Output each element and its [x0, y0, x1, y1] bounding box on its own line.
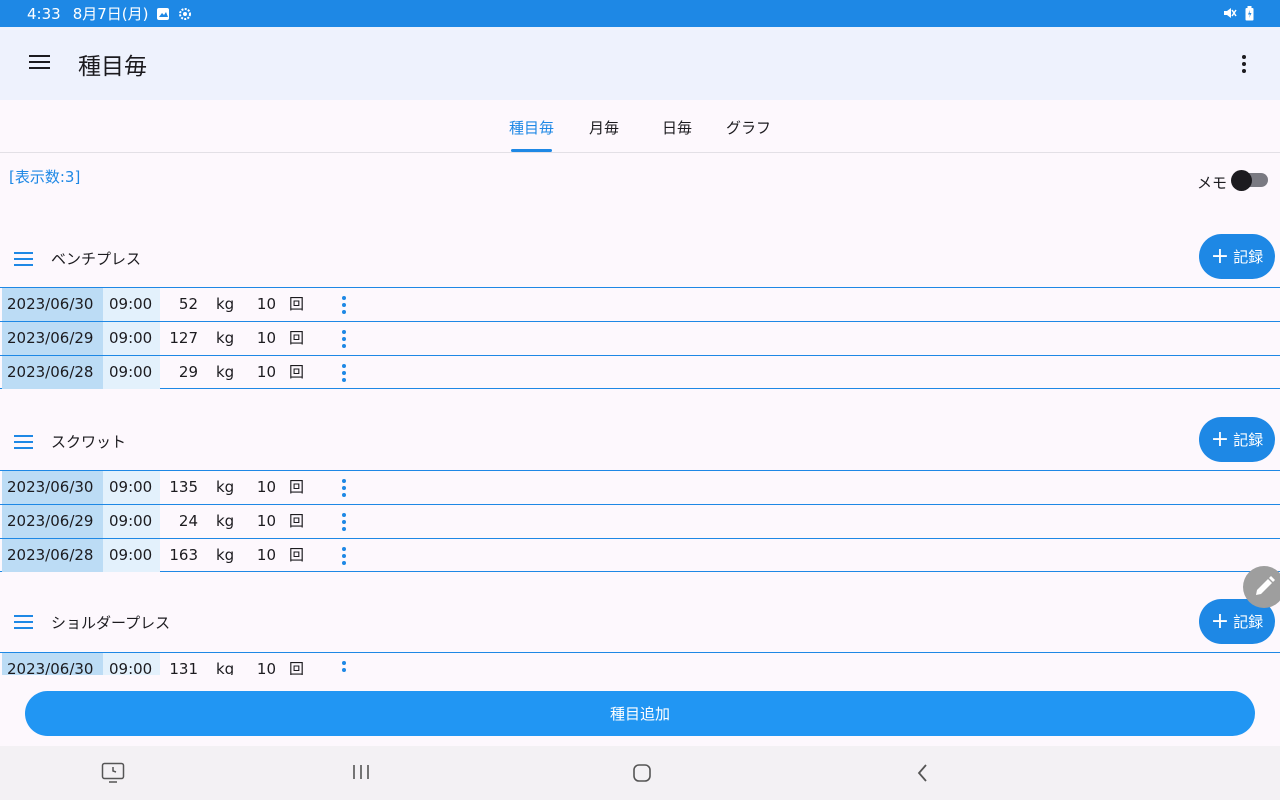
row-reps-unit: 回	[289, 546, 305, 564]
record-button-label: 記録	[1233, 613, 1264, 631]
plus-icon: +	[1210, 608, 1230, 634]
table-row[interactable]: 2023/06/29 09:00 127 kg 10 回	[0, 321, 1280, 355]
row-time: 09:00	[103, 356, 160, 389]
row-date: 2023/06/30	[2, 288, 103, 321]
row-reps-unit: 回	[289, 363, 305, 381]
row-weight-unit: kg	[216, 512, 235, 530]
row-date: 2023/06/28	[2, 539, 103, 572]
tab-indicator	[511, 149, 552, 152]
row-more-icon[interactable]	[336, 512, 352, 532]
row-reps-unit: 回	[289, 478, 305, 496]
row-date: 2023/06/28	[2, 356, 103, 389]
system-nav-bar	[0, 746, 1280, 800]
page-title: 種目毎	[78, 54, 147, 80]
row-weight-unit: kg	[216, 660, 235, 675]
table-row[interactable]: 2023/06/30 09:00 52 kg 10 回	[0, 287, 1280, 321]
screenshot-notification-icon	[156, 7, 170, 21]
row-reps: 10	[256, 546, 276, 564]
drag-handle-icon[interactable]	[14, 434, 33, 449]
add-exercise-button[interactable]: 種目追加	[25, 691, 1255, 736]
row-time: 09:00	[103, 539, 160, 572]
tab-by-exercise[interactable]: 種目毎	[509, 117, 554, 138]
settings-notification-icon	[178, 7, 192, 21]
row-time: 09:00	[103, 505, 160, 538]
mute-icon	[1223, 6, 1237, 25]
exercise-list[interactable]: ベンチプレス + 記録 2023/06/30 09:00 52 kg 10 回 2…	[0, 153, 1280, 675]
row-weight-unit: kg	[216, 363, 235, 381]
row-date: 2023/06/30	[2, 653, 103, 675]
tab-bar: 種目毎 月毎 日毎 グラフ	[0, 100, 1280, 153]
row-more-icon[interactable]	[336, 660, 352, 675]
battery-icon	[1245, 6, 1254, 25]
drag-handle-icon[interactable]	[14, 614, 33, 629]
row-reps-unit: 回	[289, 295, 305, 313]
drag-handle-icon[interactable]	[14, 251, 33, 266]
recent-screen-icon[interactable]	[101, 762, 125, 788]
row-weight: 24	[178, 512, 198, 530]
row-weight: 163	[169, 546, 198, 564]
row-weight: 29	[178, 363, 198, 381]
menu-icon[interactable]	[28, 52, 52, 74]
status-date: 8月7日(月)	[72, 5, 149, 23]
row-time: 09:00	[103, 288, 160, 321]
row-more-icon[interactable]	[336, 363, 352, 383]
row-reps-unit: 回	[289, 660, 305, 675]
row-reps: 10	[256, 512, 276, 530]
row-reps: 10	[256, 478, 276, 496]
status-bar: 4:33 8月7日(月)	[0, 0, 1280, 27]
row-reps-unit: 回	[289, 329, 305, 347]
row-weight: 131	[169, 660, 198, 675]
row-weight: 52	[178, 295, 198, 313]
recents-button-icon[interactable]	[350, 762, 372, 786]
table-row[interactable]: 2023/06/28 09:00 29 kg 10 回	[0, 355, 1280, 389]
row-time: 09:00	[103, 322, 160, 355]
row-weight-unit: kg	[216, 546, 235, 564]
row-date: 2023/06/29	[2, 322, 103, 355]
tab-monthly[interactable]: 月毎	[589, 117, 619, 138]
back-button-icon[interactable]	[913, 762, 933, 788]
row-time: 09:00	[103, 471, 160, 504]
plus-icon: +	[1210, 426, 1230, 452]
overflow-menu-icon[interactable]	[1232, 52, 1256, 76]
edit-fab[interactable]	[1243, 566, 1280, 608]
row-time: 09:00	[103, 653, 160, 675]
exercise-name: ベンチプレス	[51, 250, 142, 268]
exercise-name: スクワット	[51, 433, 127, 451]
exercise-name: ショルダープレス	[51, 614, 171, 632]
row-more-icon[interactable]	[336, 478, 352, 498]
row-weight-unit: kg	[216, 478, 235, 496]
row-weight: 127	[169, 329, 198, 347]
row-reps-unit: 回	[289, 512, 305, 530]
record-button-label: 記録	[1233, 248, 1264, 266]
home-button-icon[interactable]	[631, 762, 653, 788]
row-reps: 10	[256, 295, 276, 313]
record-button[interactable]: + 記録	[1199, 234, 1275, 279]
table-row[interactable]: 2023/06/30 09:00 135 kg 10 回	[0, 470, 1280, 504]
row-more-icon[interactable]	[336, 295, 352, 315]
record-button-label: 記録	[1233, 431, 1264, 449]
table-row[interactable]: 2023/06/28 09:00 163 kg 10 回	[0, 538, 1280, 572]
row-weight-unit: kg	[216, 295, 235, 313]
row-weight: 135	[169, 478, 198, 496]
row-reps: 10	[256, 363, 276, 381]
row-reps: 10	[256, 329, 276, 347]
row-weight-unit: kg	[216, 329, 235, 347]
tab-daily[interactable]: 日毎	[662, 117, 692, 138]
row-more-icon[interactable]	[336, 546, 352, 566]
row-date: 2023/06/30	[2, 471, 103, 504]
row-date: 2023/06/29	[2, 505, 103, 538]
pencil-icon	[1256, 576, 1275, 595]
plus-icon: +	[1210, 243, 1230, 269]
table-row[interactable]: 2023/06/30 09:00 131 kg 10 回	[0, 652, 1280, 675]
status-time: 4:33	[27, 4, 61, 23]
app-bar: 種目毎	[0, 27, 1280, 100]
table-row[interactable]: 2023/06/29 09:00 24 kg 10 回	[0, 504, 1280, 538]
status-icons	[1223, 6, 1254, 25]
tab-graph[interactable]: グラフ	[726, 117, 771, 138]
record-button[interactable]: + 記録	[1199, 417, 1275, 462]
row-more-icon[interactable]	[336, 329, 352, 349]
row-reps: 10	[256, 660, 276, 675]
